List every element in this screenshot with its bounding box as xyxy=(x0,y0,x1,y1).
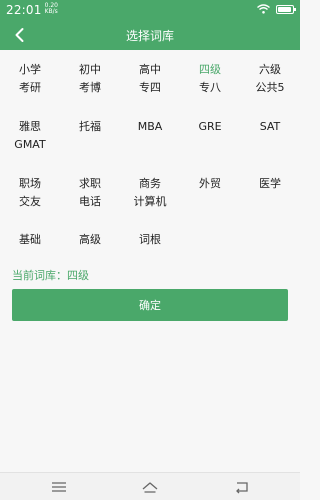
status-right xyxy=(257,4,296,14)
wordbank-option[interactable]: 电话 xyxy=(60,193,120,209)
status-net-unit: KB/s xyxy=(44,8,58,15)
wordbank-option[interactable]: 交友 xyxy=(0,193,60,209)
wordbank-option[interactable]: 高中 xyxy=(120,61,180,77)
wordbank-option[interactable]: 医学 xyxy=(240,175,300,191)
wordbank-group: 雅思 托福 MBA GRE SAT GMAT xyxy=(0,117,300,153)
current-wordbank: 当前词库：四级 xyxy=(12,267,89,283)
status-left: 22:01 0.20 KB/s xyxy=(6,3,58,18)
wordbank-option[interactable]: 计算机 xyxy=(120,193,180,209)
wordbank-option[interactable]: 职场 xyxy=(0,175,60,191)
back-nav-button[interactable] xyxy=(232,479,250,495)
wordbank-option[interactable]: GRE xyxy=(180,120,240,133)
status-bar: 22:01 0.20 KB/s xyxy=(0,0,300,20)
wordbank-option[interactable]: 初中 xyxy=(60,61,120,77)
wordbank-option[interactable]: MBA xyxy=(120,120,180,133)
wordbank-option[interactable]: 外贸 xyxy=(180,175,240,191)
wordbank-option[interactable]: 高级 xyxy=(60,231,120,247)
wordbank-option[interactable]: 考博 xyxy=(60,79,120,95)
current-wordbank-value: 四级 xyxy=(67,269,89,282)
header-bar: 选择词库 xyxy=(0,20,300,50)
current-wordbank-label: 当前词库： xyxy=(12,269,67,282)
wordbank-row: 小学 初中 高中 四级 六级 xyxy=(0,60,300,78)
wordbank-option[interactable]: GMAT xyxy=(0,138,60,151)
wordbank-option[interactable]: 考研 xyxy=(0,79,60,95)
wordbank-option[interactable]: 托福 xyxy=(60,118,120,134)
confirm-button[interactable]: 确定 xyxy=(12,289,288,321)
wordbank-option[interactable]: 专八 xyxy=(180,79,240,95)
wordbank-option[interactable]: 小学 xyxy=(0,61,60,77)
wordbank-row: 基础 高级 词根 xyxy=(0,230,300,248)
battery-icon xyxy=(276,4,296,14)
wordbank-option[interactable]: 六级 xyxy=(240,61,300,77)
wordbank-row: 交友 电话 计算机 xyxy=(0,192,300,210)
return-icon xyxy=(236,482,248,494)
wordbank-row: 雅思 托福 MBA GRE SAT xyxy=(0,117,300,135)
wordbank-row: 考研 考博 专四 专八 公共5 xyxy=(0,78,300,96)
wordbank-option[interactable]: 求职 xyxy=(60,175,120,191)
page-title: 选择词库 xyxy=(125,29,174,43)
wordbank-option[interactable]: 专四 xyxy=(120,79,180,95)
home-icon xyxy=(142,482,158,493)
home-button[interactable] xyxy=(141,479,159,495)
wordbank-option-selected[interactable]: 四级 xyxy=(180,61,240,77)
wordbank-row: 职场 求职 商务 外贸 医学 xyxy=(0,174,300,192)
wordbank-option[interactable]: 基础 xyxy=(0,231,60,247)
status-time: 22:01 xyxy=(6,3,42,17)
menu-icon xyxy=(52,482,66,492)
wordbank-option[interactable]: 商务 xyxy=(120,175,180,191)
wordbank-row: GMAT xyxy=(0,135,300,153)
wifi-icon xyxy=(257,4,270,14)
battery-fill xyxy=(278,6,291,12)
wordbank-group: 小学 初中 高中 四级 六级 考研 考博 专四 专八 公共5 xyxy=(0,60,300,96)
status-net: 0.20 KB/s xyxy=(45,3,58,15)
wordbank-option[interactable]: 雅思 xyxy=(0,118,60,134)
wordbank-option[interactable]: 公共5 xyxy=(240,79,300,95)
wordbank-option[interactable]: SAT xyxy=(240,120,300,133)
wordbank-option[interactable]: 词根 xyxy=(120,231,180,247)
menu-button[interactable] xyxy=(50,479,68,495)
system-nav-bar xyxy=(0,472,300,500)
wordbank-group: 基础 高级 词根 xyxy=(0,230,300,248)
wordbank-group: 职场 求职 商务 外贸 医学 交友 电话 计算机 xyxy=(0,174,300,210)
